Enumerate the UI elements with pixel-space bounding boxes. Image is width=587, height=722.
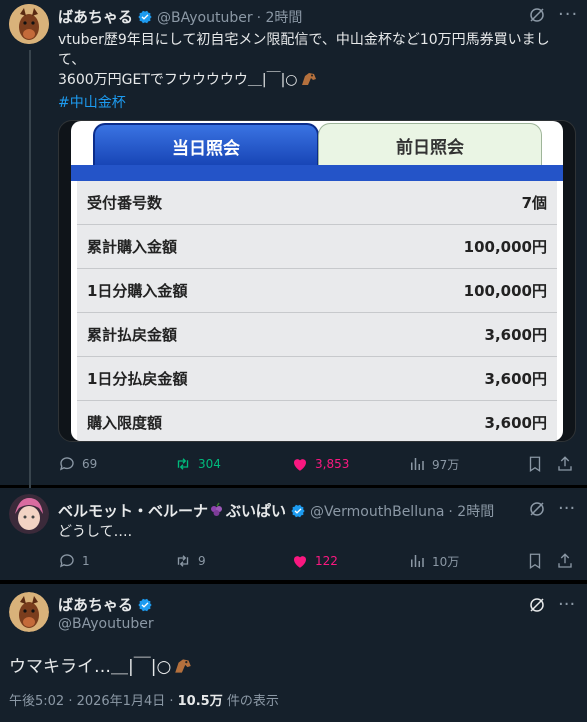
row-value: 3,600円 bbox=[484, 326, 547, 344]
hashtag-link[interactable]: #中山金杯 bbox=[58, 93, 578, 113]
more-icon[interactable]: ··· bbox=[558, 498, 575, 519]
like-button[interactable]: 3,853 bbox=[291, 455, 349, 473]
row-value: 100,000円 bbox=[463, 238, 547, 256]
handle[interactable]: @BAyoutuber bbox=[157, 10, 253, 26]
avatar-vermouth[interactable] bbox=[9, 494, 49, 534]
table-row: 受付番号数 7個 bbox=[77, 181, 557, 225]
row-value: 3,600円 bbox=[484, 414, 547, 432]
more-icon[interactable]: ··· bbox=[558, 4, 578, 25]
grape-emoji-icon bbox=[209, 502, 225, 522]
more-icon[interactable]: ··· bbox=[558, 594, 575, 615]
repost-count: 304 bbox=[198, 457, 221, 471]
receipt-image: 当日照会 前日照会 受付番号数 7個 累計購入金額 100,000円 1日分購入金額… bbox=[71, 121, 563, 441]
row-label: 累計購入金額 bbox=[87, 238, 178, 256]
reply-button[interactable]: 1 bbox=[58, 552, 90, 570]
reply-count: 69 bbox=[82, 457, 98, 471]
table-row: 累計払戻金額 3,600円 bbox=[77, 313, 557, 357]
like-count: 122 bbox=[315, 554, 338, 568]
post-reply[interactable]: ベルモット・ベルーナ ぶいぱい @VermouthBelluna · 2時間 ··· … bbox=[0, 488, 587, 580]
views-count: 10.5万 bbox=[177, 694, 223, 709]
post-text-line: vtuber歴9年目にして初自宅メン限配信で、中山金杯など10万円馬券買いまし bbox=[58, 32, 550, 48]
image-card[interactable]: 当日照会 前日照会 受付番号数 7個 累計購入金額 100,000円 1日分購入金額… bbox=[58, 120, 576, 442]
post-main[interactable]: ばあちゃる @BAyoutuber · 2時間 ··· vtuber歴9年目にして初… bbox=[0, 0, 587, 490]
verified-badge-icon bbox=[137, 9, 153, 29]
post-text-line: 3600万円GETでフウウウウウ＿|￣|○ bbox=[58, 72, 298, 88]
table-row: 購入限度額 3,600円 bbox=[77, 401, 557, 441]
like-button[interactable]: 122 bbox=[291, 552, 338, 570]
timestamp[interactable]: · 2時間 bbox=[448, 504, 494, 520]
share-icon[interactable] bbox=[556, 552, 574, 570]
row-value: 3,600円 bbox=[484, 370, 547, 388]
table-row: 1日分購入金額 100,000円 bbox=[77, 269, 557, 313]
avatar-bachacharu[interactable] bbox=[9, 592, 49, 632]
tab-previous-day: 前日照会 bbox=[318, 123, 542, 166]
display-name[interactable]: ベルモット・ベルーナ bbox=[58, 502, 208, 520]
repost-button[interactable]: 9 bbox=[174, 552, 206, 570]
grok-icon[interactable] bbox=[528, 596, 546, 618]
display-name-suffix[interactable]: ぶいぱい bbox=[226, 502, 286, 520]
timestamp[interactable]: · 2時間 bbox=[257, 10, 303, 26]
bookmark-icon[interactable] bbox=[526, 455, 544, 473]
thread-line bbox=[29, 50, 31, 490]
table-row: 1日分払戻金額 3,600円 bbox=[77, 357, 557, 401]
post-datetime[interactable]: 午後5:02 · 2026年1月4日 · bbox=[9, 694, 178, 709]
header-bar bbox=[71, 165, 563, 181]
row-value: 7個 bbox=[521, 194, 547, 212]
table-row: 累計購入金額 100,000円 bbox=[77, 225, 557, 269]
views-button[interactable]: 97万 bbox=[408, 455, 459, 473]
verified-badge-icon bbox=[290, 503, 306, 523]
post-text: ウマキライ…＿|￣|○ bbox=[9, 657, 172, 677]
summary-table: 受付番号数 7個 累計購入金額 100,000円 1日分購入金額 100,000円 累… bbox=[71, 181, 563, 441]
views-button[interactable]: 10万 bbox=[408, 552, 459, 570]
row-label: 1日分払戻金額 bbox=[87, 370, 188, 388]
grok-icon[interactable] bbox=[528, 500, 546, 522]
horse-emoji-icon bbox=[173, 657, 193, 680]
handle[interactable]: @VermouthBelluna bbox=[310, 504, 444, 520]
post-text: どうして…. bbox=[58, 524, 133, 540]
horse-emoji-icon bbox=[300, 71, 318, 93]
reply-count: 1 bbox=[82, 554, 90, 568]
like-count: 3,853 bbox=[315, 457, 350, 471]
avatar-bachacharu[interactable] bbox=[9, 4, 49, 44]
repost-button[interactable]: 304 bbox=[174, 455, 221, 473]
post-text-line: て、 bbox=[58, 52, 86, 68]
verified-badge-icon bbox=[137, 597, 153, 617]
views-count: 97万 bbox=[432, 457, 460, 472]
post-focused[interactable]: ばあちゃる @BAyoutuber ··· ウマキライ…＿|￣|○ 午後5:02… bbox=[0, 584, 587, 722]
display-name[interactable]: ばあちゃる bbox=[58, 8, 133, 26]
views-label: 件の表示 bbox=[222, 694, 279, 709]
row-label: 累計払戻金額 bbox=[87, 326, 178, 344]
row-value: 100,000円 bbox=[463, 282, 547, 300]
reply-button[interactable]: 69 bbox=[58, 455, 97, 473]
tab-today: 当日照会 bbox=[93, 123, 319, 167]
action-bar: 1 9 122 10万 bbox=[58, 552, 587, 572]
row-label: 購入限度額 bbox=[87, 414, 163, 432]
bookmark-icon[interactable] bbox=[526, 552, 544, 570]
row-label: 1日分購入金額 bbox=[87, 282, 188, 300]
grok-icon[interactable] bbox=[528, 6, 546, 28]
display-name[interactable]: ばあちゃる bbox=[58, 596, 133, 614]
action-bar: 69 304 3,853 97万 bbox=[58, 455, 587, 475]
handle[interactable]: @BAyoutuber bbox=[58, 616, 154, 632]
row-label: 受付番号数 bbox=[87, 194, 163, 212]
share-icon[interactable] bbox=[556, 455, 574, 473]
repost-count: 9 bbox=[198, 554, 206, 568]
views-count: 10万 bbox=[432, 554, 460, 569]
